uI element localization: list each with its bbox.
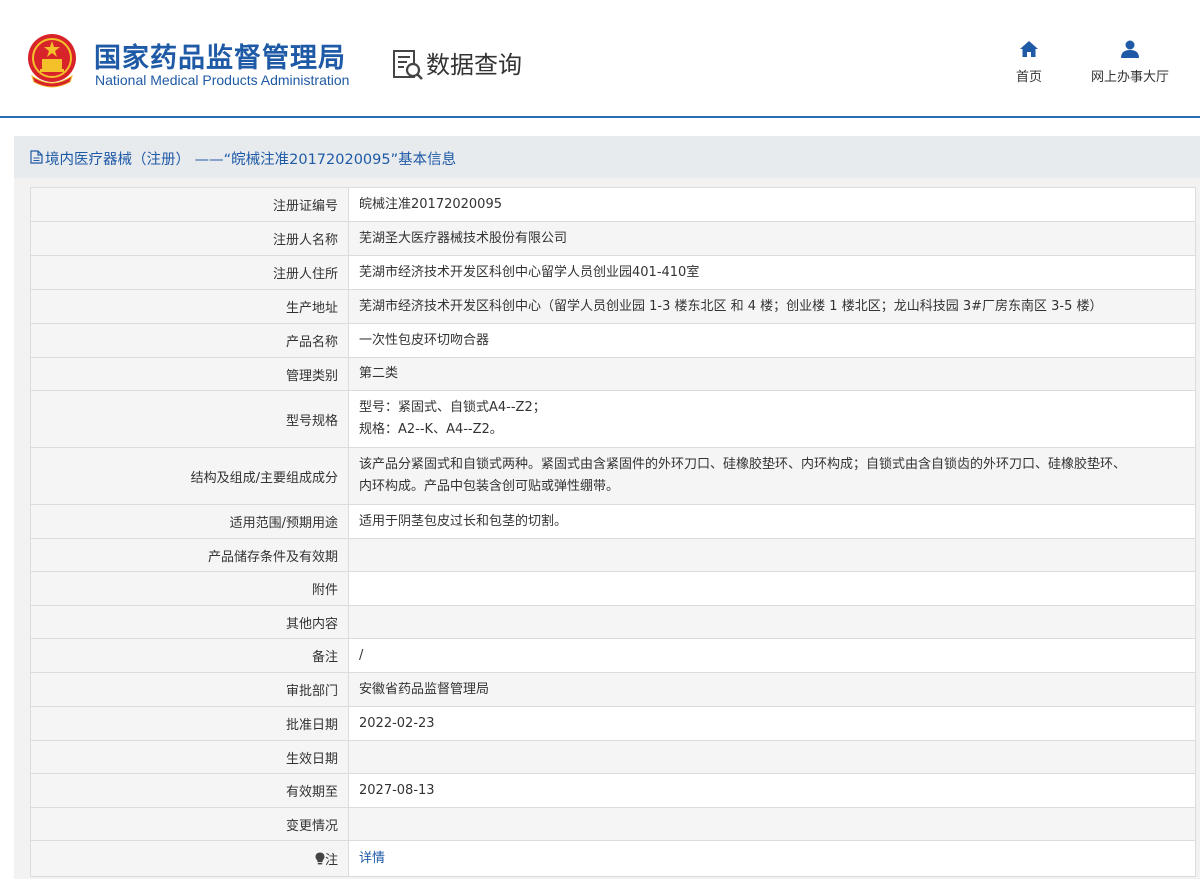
row-value: 一次性包皮环切吻合器 bbox=[348, 323, 1196, 358]
row-label: 管理类别 bbox=[30, 357, 349, 391]
table-row: 管理类别 第二类 bbox=[30, 357, 1196, 391]
row-label: 注册证编号 bbox=[30, 187, 349, 222]
national-emblem-icon bbox=[28, 34, 76, 88]
nav-online-office-link[interactable]: 网上办事大厅 bbox=[1080, 40, 1180, 85]
table-row: 结构及组成/主要组成成分 该产品分紧固式和自锁式两种。紧固式由含紧固件的外环刀口… bbox=[30, 447, 1196, 505]
row-label: 变更情况 bbox=[30, 807, 349, 841]
row-label: 有效期至 bbox=[30, 773, 349, 808]
row-label: 结构及组成/主要组成成分 bbox=[30, 447, 349, 505]
lightbulb-icon bbox=[315, 852, 325, 865]
row-value: 该产品分紧固式和自锁式两种。紧固式由含紧固件的外环刀口、硅橡胶垫环、内环构成；自… bbox=[348, 447, 1196, 505]
row-value bbox=[348, 538, 1196, 572]
row-value: 芜湖市经济技术开发区科创中心留学人员创业园401-410室 bbox=[348, 255, 1196, 290]
nav-online-office-label: 网上办事大厅 bbox=[1090, 70, 1169, 85]
nav-home-link[interactable]: 首页 bbox=[1000, 40, 1058, 85]
row-value: 型号：紧固式、自锁式A4--Z2； 规格：A2--K、A4--Z2。 bbox=[348, 390, 1196, 448]
table-row: 生效日期 bbox=[30, 740, 1196, 774]
row-value: 2022-02-23 bbox=[348, 706, 1196, 741]
table-row: 型号规格 型号：紧固式、自锁式A4--Z2； 规格：A2--K、A4--Z2。 bbox=[30, 390, 1196, 448]
document-icon bbox=[30, 150, 43, 164]
row-value-line: 型号：紧固式、自锁式A4--Z2； bbox=[359, 400, 546, 415]
row-label: 审批部门 bbox=[30, 672, 349, 707]
row-label-note: 注 bbox=[30, 840, 349, 877]
page-title: 境内医疗器械（注册） ——“皖械注准20172020095”基本信息 bbox=[30, 148, 456, 169]
table-row: 有效期至 2027-08-13 bbox=[30, 773, 1196, 808]
details-link[interactable]: 详情 bbox=[359, 851, 385, 866]
row-value: 第二类 bbox=[348, 357, 1196, 391]
row-label: 生效日期 bbox=[30, 740, 349, 774]
table-row: 批准日期 2022-02-23 bbox=[30, 706, 1196, 741]
row-value-line: 规格：A2--K、A4--Z2。 bbox=[359, 422, 503, 437]
table-row: 适用范围/预期用途 适用于阴茎包皮过长和包茎的切割。 bbox=[30, 504, 1196, 539]
table-row: 注册证编号 皖械注准20172020095 bbox=[30, 187, 1196, 222]
table-row: 注册人住所 芜湖市经济技术开发区科创中心留学人员创业园401-410室 bbox=[30, 255, 1196, 290]
org-name-en: National Medical Products Administration bbox=[95, 72, 350, 88]
data-query-icon bbox=[393, 50, 423, 80]
table-row: 产品名称 一次性包皮环切吻合器 bbox=[30, 323, 1196, 358]
table-row: 变更情况 bbox=[30, 807, 1196, 841]
row-label: 产品名称 bbox=[30, 323, 349, 358]
user-icon bbox=[1121, 40, 1139, 58]
row-label: 注册人名称 bbox=[30, 221, 349, 256]
row-label: 适用范围/预期用途 bbox=[30, 504, 349, 539]
row-value-line: 内环构成。产品中包装含创可贴或弹性绷带。 bbox=[359, 479, 620, 494]
table-row: 附件 bbox=[30, 571, 1196, 606]
row-value-line: 该产品分紧固式和自锁式两种。紧固式由含紧固件的外环刀口、硅橡胶垫环、内环构成；自… bbox=[359, 457, 1127, 472]
table-row: 生产地址 芜湖市经济技术开发区科创中心（留学人员创业园 1-3 楼东北区 和 4… bbox=[30, 289, 1196, 324]
row-value: / bbox=[348, 638, 1196, 673]
row-label: 型号规格 bbox=[30, 390, 349, 448]
row-value bbox=[348, 807, 1196, 841]
site-header: 国家药品监督管理局 National Medical Products Admi… bbox=[0, 0, 1200, 118]
page-title-text: 境内医疗器械（注册） ——“皖械注准20172020095”基本信息 bbox=[45, 152, 457, 168]
row-value: 芜湖市经济技术开发区科创中心（留学人员创业园 1-3 楼东北区 和 4 楼；创业… bbox=[348, 289, 1196, 324]
row-label: 批准日期 bbox=[30, 706, 349, 741]
row-label: 备注 bbox=[30, 638, 349, 673]
row-value: 皖械注准20172020095 bbox=[348, 187, 1196, 222]
org-name-cn: 国家药品监督管理局 bbox=[94, 43, 346, 74]
registration-info-table: 注册证编号 皖械注准20172020095 注册人名称 芜湖圣大医疗器械技术股份… bbox=[30, 187, 1196, 877]
row-label: 注册人住所 bbox=[30, 255, 349, 290]
note-label: 注 bbox=[324, 853, 338, 868]
table-row: 备注 / bbox=[30, 638, 1196, 673]
row-value bbox=[348, 605, 1196, 639]
row-value bbox=[348, 571, 1196, 606]
row-value: 详情 bbox=[348, 840, 1196, 877]
nav-home-label: 首页 bbox=[1015, 70, 1042, 85]
row-value bbox=[348, 740, 1196, 774]
home-icon bbox=[1020, 41, 1038, 57]
section-title: 数据查询 bbox=[426, 51, 522, 79]
row-label: 附件 bbox=[30, 571, 349, 606]
row-value: 安徽省药品监督管理局 bbox=[348, 672, 1196, 707]
row-label: 生产地址 bbox=[30, 289, 349, 324]
row-label: 其他内容 bbox=[30, 605, 349, 639]
row-value: 2027-08-13 bbox=[348, 773, 1196, 808]
row-label: 产品储存条件及有效期 bbox=[30, 538, 349, 572]
row-value: 芜湖圣大医疗器械技术股份有限公司 bbox=[348, 221, 1196, 256]
table-row: 审批部门 安徽省药品监督管理局 bbox=[30, 672, 1196, 707]
table-row: 产品储存条件及有效期 bbox=[30, 538, 1196, 572]
table-row: 其他内容 bbox=[30, 605, 1196, 639]
table-row: 注册人名称 芜湖圣大医疗器械技术股份有限公司 bbox=[30, 221, 1196, 256]
table-row: 注 详情 bbox=[30, 840, 1196, 877]
row-value: 适用于阴茎包皮过长和包茎的切割。 bbox=[348, 504, 1196, 539]
